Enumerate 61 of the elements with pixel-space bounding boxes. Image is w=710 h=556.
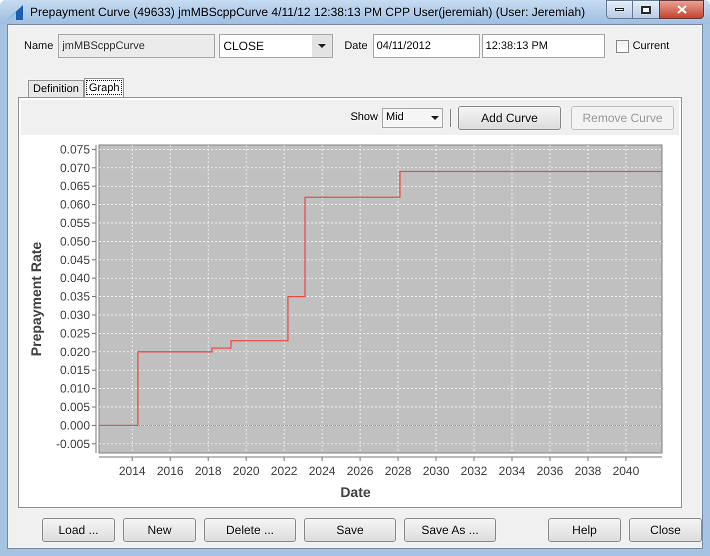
y-axis-title: Prepayment Rate <box>28 242 44 356</box>
current-checkbox[interactable] <box>616 40 629 52</box>
caret-icon <box>431 116 439 120</box>
y-tick-label: 0.075 <box>60 142 90 156</box>
y-tick-label: 0.025 <box>60 326 90 340</box>
x-tick-label: 2030 <box>422 464 450 478</box>
app-logo-icon <box>6 3 24 21</box>
y-tick-label: 0.055 <box>60 216 90 230</box>
y-tick-label: 0.000 <box>60 418 90 432</box>
y-tick-label: 0.030 <box>60 308 90 322</box>
y-tick-label: -0.005 <box>56 436 90 451</box>
y-tick-label: 0.015 <box>60 363 90 378</box>
y-tick-label: 0.065 <box>60 179 90 194</box>
x-tick-label: 2036 <box>536 464 564 478</box>
name-label: Name <box>24 38 54 54</box>
action-button[interactable]: Delete ... <box>204 518 296 542</box>
window-title: Prepayment Curve (49633) jmMBScppCurve 4/11/12 12:38:13 PM CPP User(jeremiah) (User: Jeremiah) <box>30 4 586 21</box>
x-tick-label: 2032 <box>460 464 488 478</box>
close-icon <box>676 5 686 14</box>
show-label: Show <box>350 110 378 126</box>
maximize-button[interactable] <box>633 0 659 19</box>
mode-dropdown[interactable]: CLOSE <box>219 34 334 58</box>
tab[interactable]: Graph <box>84 78 124 97</box>
show-dropdown[interactable]: Mid <box>382 108 443 128</box>
y-tick-label: 0.020 <box>60 344 90 359</box>
x-tick-label: 2016 <box>156 464 184 478</box>
toolbar-button[interactable]: Add Curve <box>458 106 561 130</box>
y-tick-label: 0.040 <box>60 271 90 286</box>
y-tick-label: 0.060 <box>60 198 90 212</box>
date-label: Date <box>344 38 368 54</box>
action-button[interactable]: Save As ... <box>404 518 496 542</box>
action-button[interactable]: Save <box>304 518 396 542</box>
action-button[interactable]: Close <box>629 518 702 542</box>
current-label: Current <box>632 38 670 54</box>
action-button[interactable]: New <box>123 518 196 542</box>
name-field[interactable]: jmMBScppCurve <box>58 34 216 58</box>
y-tick-label: 0.070 <box>60 160 90 175</box>
x-tick-label: 2038 <box>574 464 602 478</box>
close-button[interactable] <box>659 0 704 19</box>
x-tick-label: 2014 <box>118 464 146 478</box>
tab[interactable]: Definition <box>28 80 84 97</box>
y-tick-label: 0.045 <box>60 252 90 267</box>
y-tick-label: 0.035 <box>60 290 90 304</box>
x-tick-label: 2026 <box>346 464 374 478</box>
x-tick-label: 2040 <box>612 464 640 478</box>
y-tick-label: 0.010 <box>60 382 90 396</box>
action-button[interactable]: Help <box>548 518 621 542</box>
minimize-button[interactable] <box>606 0 633 19</box>
x-axis-title: Date <box>340 484 371 500</box>
x-tick-label: 2020 <box>232 464 260 478</box>
x-tick-label: 2024 <box>308 464 336 478</box>
caret-icon <box>318 44 326 48</box>
time-field[interactable]: 12:38:13 PM <box>482 34 605 58</box>
x-tick-label: 2018 <box>194 464 222 478</box>
x-tick-label: 2022 <box>270 464 298 478</box>
y-tick-label: 0.050 <box>60 234 90 248</box>
x-tick-label: 2028 <box>384 464 412 478</box>
date-field[interactable]: 04/11/2012 <box>372 34 480 58</box>
action-button[interactable]: Load ... <box>42 518 115 542</box>
y-tick-label: 0.005 <box>60 400 90 414</box>
x-tick-label: 2034 <box>498 464 526 478</box>
